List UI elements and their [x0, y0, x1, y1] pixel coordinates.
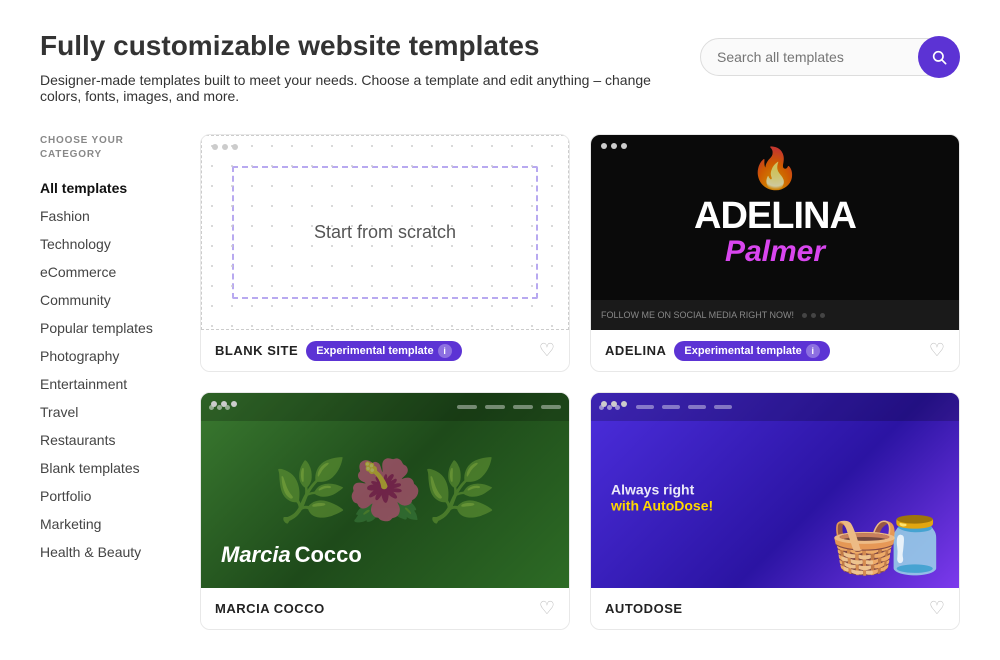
sidebar-link-all[interactable]: All templates — [40, 176, 170, 200]
sidebar-link-fashion[interactable]: Fashion — [40, 204, 170, 228]
blank-site-badge: Experimental template i — [306, 341, 461, 361]
adelina-heart-icon: ♡ — [929, 340, 945, 361]
sidebar-item-all[interactable]: All templates — [40, 176, 170, 200]
template-card-marcia[interactable]: 🌿🌺🌿 Marcia Cocco MARCIA COCCO ♡ — [200, 392, 570, 630]
sidebar-item-health[interactable]: Health & Beauty — [40, 540, 170, 564]
sidebar-item-travel[interactable]: Travel — [40, 400, 170, 424]
page-subtitle: Designer-made templates built to meet yo… — [40, 72, 660, 104]
adelina-info-icon[interactable]: i — [806, 344, 820, 358]
sidebar-item-fashion[interactable]: Fashion — [40, 204, 170, 228]
adelina-name: ADELINA — [605, 343, 666, 358]
sidebar-link-popular[interactable]: Popular templates — [40, 316, 170, 340]
adelina-preview: 🔥 ADELINA Palmer FOLLOW ME ON SOCIAL MED… — [591, 135, 959, 330]
sidebar-item-technology[interactable]: Technology — [40, 232, 170, 256]
sidebar-link-ecommerce[interactable]: eCommerce — [40, 260, 170, 284]
sidebar-link-restaurants[interactable]: Restaurants — [40, 428, 170, 452]
autodose-name: AUTODOSE — [605, 601, 683, 616]
sidebar-link-travel[interactable]: Travel — [40, 400, 170, 424]
adelina-flames: 🔥 — [750, 145, 800, 192]
sidebar-nav: All templates Fashion Technology eCommer… — [40, 176, 170, 564]
blank-site-preview: Start from scratch — [201, 135, 569, 330]
template-card-blank-site[interactable]: Start from scratch BLANK SITE Experiment… — [200, 134, 570, 372]
sidebar-item-photography[interactable]: Photography — [40, 344, 170, 368]
marcia-heart-button[interactable]: ♡ — [539, 598, 555, 619]
adelina-badge-label: Experimental template — [684, 345, 801, 357]
heart-icon: ♡ — [539, 340, 555, 361]
sidebar-link-technology[interactable]: Technology — [40, 232, 170, 256]
sidebar-item-blank[interactable]: Blank templates — [40, 456, 170, 480]
autodose-heart-icon: ♡ — [929, 598, 945, 619]
blank-site-name: BLANK SITE — [215, 343, 298, 358]
sidebar: CHOOSE YOUR CATEGORY All templates Fashi… — [40, 134, 170, 630]
search-button[interactable] — [918, 36, 960, 78]
sidebar-link-community[interactable]: Community — [40, 288, 170, 312]
marcia-heart-icon: ♡ — [539, 598, 555, 619]
template-card-autodose[interactable]: Always right with AutoDose! 🫙 🧺 AUTODOSE… — [590, 392, 960, 630]
search-icon — [931, 49, 947, 65]
templates-grid: Start from scratch BLANK SITE Experiment… — [200, 134, 960, 630]
sidebar-item-marketing[interactable]: Marketing — [40, 512, 170, 536]
marcia-footer: MARCIA COCCO ♡ — [201, 588, 569, 629]
blank-site-label: Start from scratch — [314, 222, 456, 243]
autodose-heart-button[interactable]: ♡ — [929, 598, 945, 619]
sidebar-item-entertainment[interactable]: Entertainment — [40, 372, 170, 396]
sidebar-link-portfolio[interactable]: Portfolio — [40, 484, 170, 508]
autodose-nav — [591, 393, 959, 421]
marcia-preview: 🌿🌺🌿 Marcia Cocco — [201, 393, 569, 588]
autodose-preview: Always right with AutoDose! 🫙 🧺 — [591, 393, 959, 588]
page-title: Fully customizable website templates — [40, 30, 660, 62]
sidebar-item-ecommerce[interactable]: eCommerce — [40, 260, 170, 284]
autodose-footer: AUTODOSE ♡ — [591, 588, 959, 629]
adelina-badge: Experimental template i — [674, 341, 829, 361]
sidebar-link-blank[interactable]: Blank templates — [40, 456, 170, 480]
template-card-adelina[interactable]: 🔥 ADELINA Palmer FOLLOW ME ON SOCIAL MED… — [590, 134, 960, 372]
blank-site-footer: BLANK SITE Experimental template i ♡ — [201, 330, 569, 371]
sidebar-item-community[interactable]: Community — [40, 288, 170, 312]
adelina-main-text: ADELINA Palmer — [694, 197, 856, 269]
sidebar-item-portfolio[interactable]: Portfolio — [40, 484, 170, 508]
adelina-footer: ADELINA Experimental template i ♡ — [591, 330, 959, 371]
blank-site-badge-label: Experimental template — [316, 345, 433, 357]
sidebar-link-marketing[interactable]: Marketing — [40, 512, 170, 536]
sidebar-item-popular[interactable]: Popular templates — [40, 316, 170, 340]
sidebar-link-photography[interactable]: Photography — [40, 344, 170, 368]
sidebar-item-restaurants[interactable]: Restaurants — [40, 428, 170, 452]
sidebar-link-entertainment[interactable]: Entertainment — [40, 372, 170, 396]
adelina-bottom-bar: FOLLOW ME ON SOCIAL MEDIA RIGHT NOW! — [591, 300, 959, 330]
autodose-text: Always right with AutoDose! — [611, 481, 713, 513]
category-label: CHOOSE YOUR CATEGORY — [40, 134, 170, 162]
sidebar-link-health[interactable]: Health & Beauty — [40, 540, 170, 564]
adelina-heart-button[interactable]: ♡ — [929, 340, 945, 361]
blank-site-heart-button[interactable]: ♡ — [539, 340, 555, 361]
marcia-text: Marcia Cocco — [221, 542, 362, 568]
marcia-name: MARCIA COCCO — [215, 601, 325, 616]
info-icon[interactable]: i — [438, 344, 452, 358]
